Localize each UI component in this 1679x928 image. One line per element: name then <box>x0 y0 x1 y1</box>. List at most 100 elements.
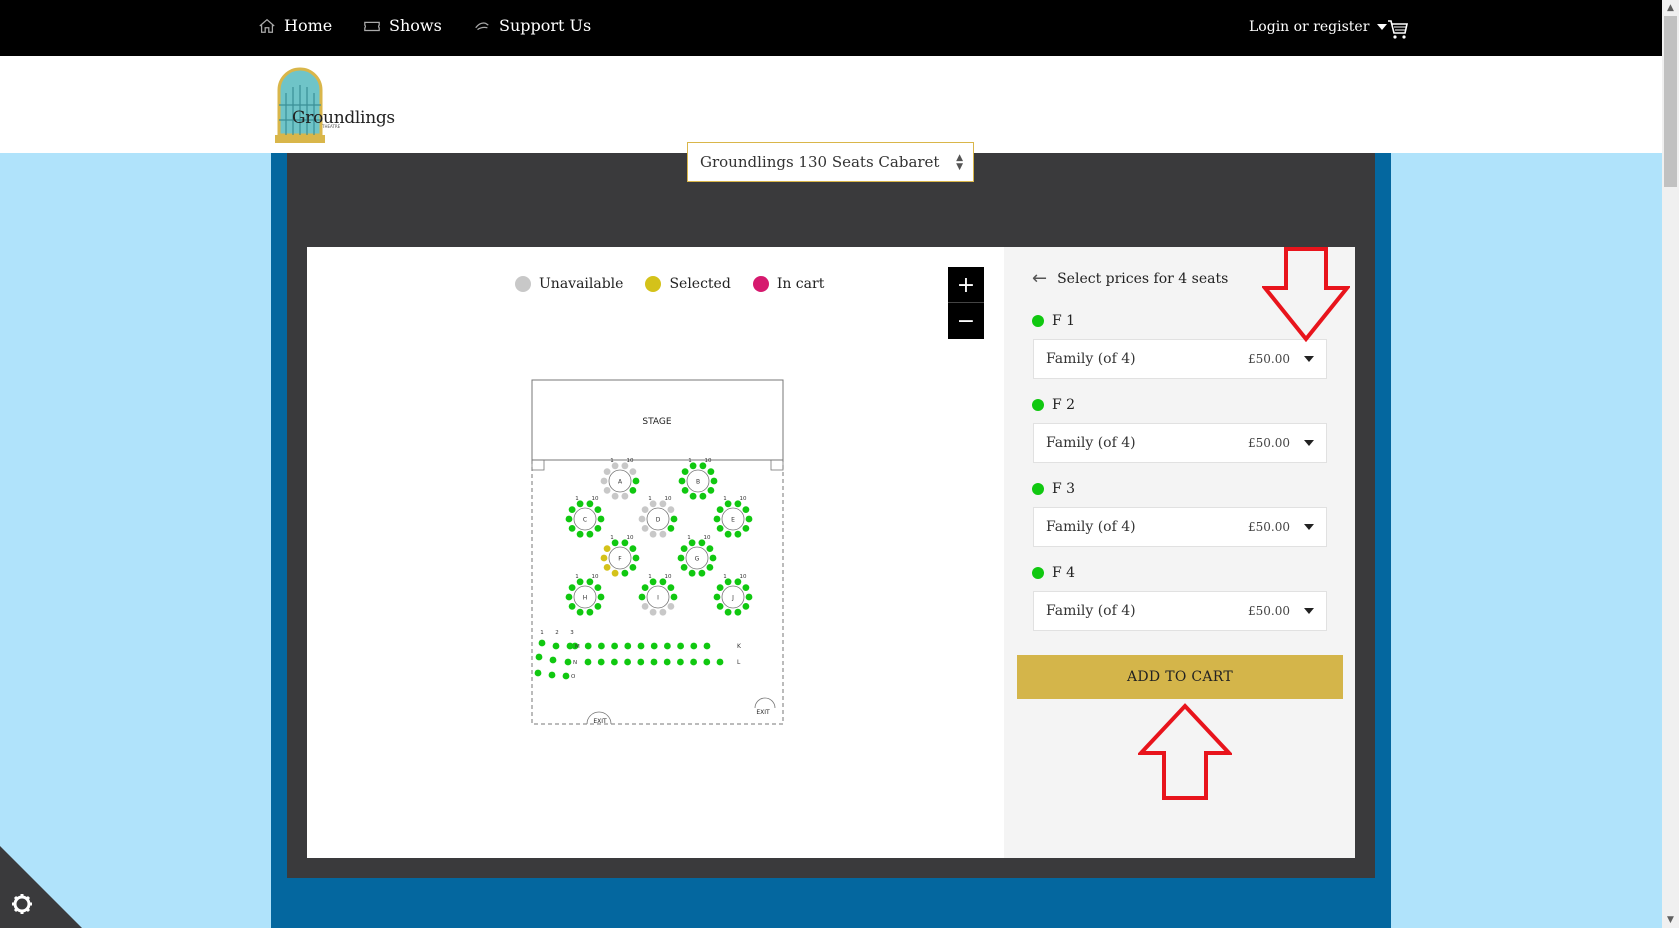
row-seat[interactable] <box>534 669 542 677</box>
seat[interactable] <box>724 608 732 616</box>
seat[interactable] <box>709 554 717 562</box>
seat[interactable] <box>611 569 619 577</box>
zoom-out-button[interactable]: − <box>948 303 984 339</box>
table-b[interactable]: B 1 10 <box>678 458 718 500</box>
scroll-up-icon[interactable]: ▲ <box>1662 0 1679 16</box>
table-d[interactable]: D 1 10 <box>638 496 678 538</box>
seat[interactable] <box>724 530 732 538</box>
seat[interactable] <box>565 515 573 523</box>
seat[interactable] <box>600 477 608 485</box>
seat[interactable] <box>659 608 667 616</box>
seat[interactable] <box>586 608 594 616</box>
seat[interactable] <box>680 564 688 571</box>
row-seat[interactable] <box>538 639 546 647</box>
price-select-f1[interactable]: Family (of 4) £50.00 <box>1033 339 1327 379</box>
seat[interactable] <box>742 584 750 591</box>
row-seat[interactable] <box>677 658 684 666</box>
seat[interactable] <box>641 525 649 532</box>
seat[interactable] <box>707 468 715 475</box>
seat[interactable] <box>742 603 750 610</box>
venue-select[interactable]: Groundlings 130 Seats Cabaret ▲ ▼ <box>687 142 974 182</box>
seat[interactable] <box>621 492 629 500</box>
seat[interactable] <box>629 468 637 475</box>
row-seat[interactable] <box>584 658 592 666</box>
seat[interactable] <box>716 525 724 532</box>
seat[interactable] <box>707 487 715 494</box>
nav-home[interactable]: Home <box>258 16 332 35</box>
table-e[interactable]: E 1 10 <box>713 496 753 538</box>
seat[interactable] <box>568 525 576 532</box>
row-seat[interactable] <box>650 642 658 650</box>
seat[interactable] <box>597 593 605 601</box>
seat[interactable] <box>681 487 689 494</box>
row-seat[interactable] <box>597 658 605 666</box>
seat[interactable] <box>641 603 649 610</box>
seat[interactable] <box>594 525 602 532</box>
row-seat[interactable] <box>564 658 572 666</box>
seat[interactable] <box>681 468 689 475</box>
row-seat[interactable] <box>566 642 574 650</box>
seat[interactable] <box>649 608 657 616</box>
nav-shows[interactable]: Shows <box>363 16 442 35</box>
row-seat[interactable] <box>664 642 671 650</box>
row-seat[interactable] <box>663 658 671 666</box>
row-seat[interactable] <box>703 658 711 666</box>
groundlings-logo[interactable] <box>273 65 373 147</box>
add-to-cart-button[interactable]: ADD TO CART <box>1017 655 1343 699</box>
seat[interactable] <box>670 593 678 601</box>
seat[interactable] <box>734 530 742 538</box>
seat[interactable] <box>594 584 602 591</box>
seat[interactable] <box>600 554 608 562</box>
row-seat[interactable] <box>611 658 618 666</box>
table-i[interactable]: I 1 10 <box>638 574 678 616</box>
price-select-f3[interactable]: Family (of 4) £50.00 <box>1033 507 1327 547</box>
seat[interactable] <box>667 584 675 591</box>
seat[interactable] <box>568 506 576 513</box>
seat[interactable] <box>611 492 619 500</box>
table-h[interactable]: H 1 10 <box>565 574 605 616</box>
row-seat[interactable] <box>552 642 560 650</box>
seat[interactable] <box>713 515 721 523</box>
seat[interactable] <box>677 554 685 562</box>
seat[interactable] <box>649 530 657 538</box>
seat[interactable] <box>745 515 753 523</box>
row-seat[interactable] <box>677 642 684 650</box>
seat[interactable] <box>621 569 629 577</box>
seat[interactable] <box>603 564 611 571</box>
seat[interactable] <box>576 530 584 538</box>
seat[interactable] <box>713 593 721 601</box>
seat[interactable] <box>659 530 667 538</box>
seat[interactable] <box>667 603 675 610</box>
row-seat[interactable] <box>611 642 618 650</box>
seat[interactable] <box>667 525 675 532</box>
row-seat[interactable] <box>637 658 645 666</box>
seat[interactable] <box>710 477 718 485</box>
seat[interactable] <box>706 564 714 571</box>
login-register-dropdown[interactable]: Login or register <box>1249 19 1388 35</box>
seat[interactable] <box>603 468 611 475</box>
row-seat[interactable] <box>549 656 557 664</box>
cart-icon[interactable] <box>1387 18 1409 40</box>
seat[interactable] <box>716 603 724 610</box>
seat[interactable] <box>632 477 640 485</box>
scrollbar-thumb[interactable] <box>1664 16 1677 187</box>
seat[interactable] <box>594 506 602 513</box>
seat-map[interactable]: STAGE EXIT EXIT A1 10B1 10C1 10D1 10E1 10F1 10… <box>530 378 785 726</box>
table-f[interactable]: F 1 10 <box>600 535 640 577</box>
table-g[interactable]: G 1 10 <box>677 535 717 577</box>
seat[interactable] <box>742 525 750 532</box>
table-c[interactable]: C 1 10 <box>565 496 605 538</box>
table-a[interactable]: A1 10 <box>600 458 640 500</box>
back-arrow-icon[interactable]: ← <box>1032 268 1047 289</box>
cookie-settings-icon[interactable] <box>0 846 82 928</box>
seat[interactable] <box>632 554 640 562</box>
row-seat[interactable] <box>690 658 697 666</box>
seat[interactable] <box>603 545 611 552</box>
row-seat[interactable] <box>562 672 570 680</box>
row-seat[interactable] <box>690 642 698 650</box>
row-seat[interactable] <box>535 653 543 661</box>
seat[interactable] <box>734 608 742 616</box>
seat[interactable] <box>716 506 724 513</box>
seat[interactable] <box>742 506 750 513</box>
seat[interactable] <box>670 515 678 523</box>
